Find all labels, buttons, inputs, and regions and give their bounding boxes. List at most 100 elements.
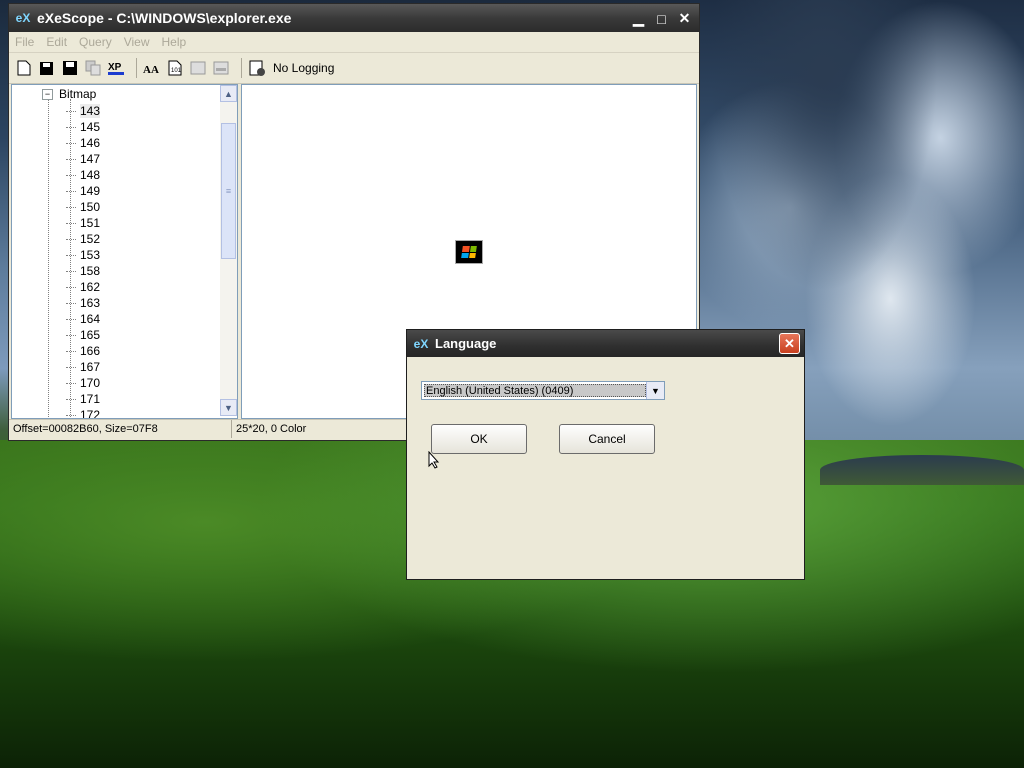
cancel-button[interactable]: Cancel [559, 424, 655, 454]
tree-item-label: 143 [80, 104, 101, 118]
tree-item-label: 170 [80, 376, 101, 390]
tree-connector [66, 398, 76, 400]
save-icon[interactable] [61, 59, 79, 77]
tree-item-label: 162 [80, 280, 101, 294]
tree-item-label: 171 [80, 392, 101, 406]
scroll-up-button[interactable]: ▲ [220, 85, 237, 102]
tree-item[interactable]: 167 [66, 359, 100, 375]
tree-connector [66, 222, 76, 224]
tree-connector [66, 190, 76, 192]
collapse-icon[interactable]: − [42, 88, 53, 100]
tree-item[interactable]: 164 [66, 311, 100, 327]
tree-item[interactable]: 146 [66, 135, 100, 151]
maximize-button[interactable]: □ [651, 8, 672, 29]
tree-item[interactable]: 163 [66, 295, 100, 311]
binary-view-icon[interactable]: 101 [166, 59, 184, 77]
language-select-value: English (United States) (0409) [424, 384, 646, 397]
tree-item-label: 153 [80, 248, 101, 262]
toolbar-separator [241, 58, 242, 78]
tree-connector [66, 254, 76, 256]
tree-item-label: 147 [80, 152, 101, 166]
tree-items: 143 145 146 147 148 149 150 151 152 153 158 162 163 1… [66, 103, 101, 418]
tree-item[interactable]: 162 [66, 279, 100, 295]
language-dialog: eX Language ✕ English (United States) (0… [406, 329, 805, 580]
language-select[interactable]: English (United States) (0409) ▼ [421, 381, 665, 400]
tree-item-label: 165 [80, 328, 101, 342]
mouse-cursor-icon [428, 450, 440, 474]
tree-item-label: 146 [80, 136, 101, 150]
tree-item-label: 158 [80, 264, 101, 278]
tree-item[interactable]: 150 [66, 199, 100, 215]
menu-help[interactable]: Help [162, 35, 187, 49]
tree-item[interactable]: 171 [66, 391, 100, 407]
tree-item-label: 150 [80, 200, 101, 214]
dialog-title-bar[interactable]: eX Language ✕ [407, 330, 804, 357]
tree-connector [66, 110, 76, 112]
tree-connector [66, 318, 76, 320]
windows-flag-icon [461, 246, 477, 258]
tree-item[interactable]: 151 [66, 215, 100, 231]
tree-connector [66, 334, 76, 336]
menu-query[interactable]: Query [79, 35, 112, 49]
tree-connector [66, 382, 76, 384]
tree-item[interactable]: 172 [66, 407, 100, 418]
open-file-icon[interactable] [38, 59, 56, 77]
desktop-mountains [820, 455, 1024, 485]
image-view-icon[interactable] [189, 59, 207, 77]
tree-item[interactable]: 165 [66, 327, 100, 343]
status-offset: Offset=00082B60, Size=07F8 [9, 420, 232, 438]
tree-item[interactable]: 152 [66, 231, 100, 247]
minimize-button[interactable]: ▁ [628, 8, 649, 29]
tree-item-label: 145 [80, 120, 101, 134]
dialog-close-button[interactable]: ✕ [779, 333, 800, 354]
menu-edit[interactable]: Edit [46, 35, 67, 49]
menu-bar: File Edit Query View Help [9, 32, 699, 53]
tree-connector [66, 126, 76, 128]
ok-button[interactable]: OK [431, 424, 527, 454]
toolbar: XP AA 101 No Logging [9, 53, 699, 84]
tree-connector [66, 366, 76, 368]
svg-text:AA: AA [143, 64, 159, 76]
tree-item[interactable]: 170 [66, 375, 100, 391]
tree-node-label: Bitmap [59, 87, 97, 101]
svg-text:XP: XP [108, 62, 122, 73]
scroll-thumb[interactable]: ≡ [221, 123, 236, 259]
tree-connector [66, 158, 76, 160]
tree-item[interactable]: 143 [66, 103, 101, 119]
copy-icon[interactable] [84, 59, 102, 77]
tree-connector [66, 142, 76, 144]
tree-item[interactable]: 158 [66, 263, 100, 279]
chevron-down-icon[interactable]: ▼ [646, 382, 664, 399]
xp-icon[interactable]: XP [107, 59, 125, 77]
tree-node-bitmap[interactable]: − Bitmap [42, 87, 96, 101]
dialog-view-icon[interactable] [212, 59, 230, 77]
tree-item[interactable]: 166 [66, 343, 100, 359]
tree-connector [66, 350, 76, 352]
menu-view[interactable]: View [124, 35, 150, 49]
logging-icon[interactable] [248, 59, 266, 77]
tree-item[interactable]: 153 [66, 247, 100, 263]
scroll-down-button[interactable]: ▼ [220, 399, 237, 416]
menu-file[interactable]: File [15, 35, 34, 49]
tree-item[interactable]: 145 [66, 119, 100, 135]
new-file-icon[interactable] [15, 59, 33, 77]
tree-scrollbar[interactable]: ▲ ≡ ▼ [220, 85, 237, 416]
tree-item-label: 167 [80, 360, 101, 374]
tree-item[interactable]: 149 [66, 183, 100, 199]
tree-connector [66, 270, 76, 272]
font-icon[interactable]: AA [143, 59, 161, 77]
toolbar-separator [136, 58, 137, 78]
title-bar[interactable]: eX eXeScope - C:\WINDOWS\explorer.exe ▁ … [9, 4, 699, 32]
tree-item-label: 149 [80, 184, 101, 198]
tree-item[interactable]: 148 [66, 167, 100, 183]
app-icon: eX [413, 336, 429, 351]
tree-connector [66, 302, 76, 304]
tree-item-label: 164 [80, 312, 101, 326]
tree-item-label: 163 [80, 296, 101, 310]
logging-label[interactable]: No Logging [273, 61, 334, 75]
tree-item[interactable]: 147 [66, 151, 100, 167]
close-button[interactable]: ✕ [674, 8, 695, 29]
app-icon: eX [15, 11, 31, 25]
resource-tree[interactable]: − Bitmap 143 145 146 147 148 149 150 151 152 153 1… [11, 84, 238, 419]
tree-item-label: 148 [80, 168, 101, 182]
